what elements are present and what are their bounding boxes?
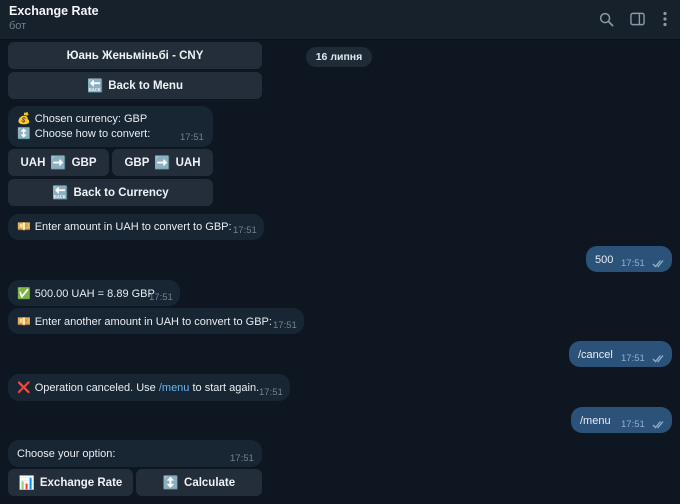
message-time: 17:51 xyxy=(180,132,204,143)
right-arrow-icon: ➡️ xyxy=(50,154,67,170)
message-time: 17:51 xyxy=(621,353,645,364)
sidebar-toggle-icon[interactable] xyxy=(627,9,647,29)
message-text: Choose how to convert: xyxy=(34,128,151,140)
message-time: 17:51 xyxy=(233,225,257,236)
message-chosen-currency[interactable]: 💰 Chosen currency: GBP ↕️ Choose how to co… xyxy=(8,106,213,147)
message-outgoing-cancel[interactable]: /cancel 17:51 xyxy=(569,341,672,367)
message-text: /cancel xyxy=(578,349,613,361)
back-to-currency-button[interactable]: 🔙 Back to Currency xyxy=(8,179,213,206)
message-list[interactable]: Юань Женьміньбі - CNY 🔙 Back to Menu 16 … xyxy=(0,40,680,504)
date-separator: 16 липня xyxy=(306,47,372,67)
up-down-arrows-icon: ↕️ xyxy=(162,474,180,490)
cny-button-label: Юань Женьміньбі - CNY xyxy=(66,49,204,62)
message-time: 17:51 xyxy=(259,387,283,398)
message-text: 500.00 UAH = 8.89 GBP xyxy=(34,288,155,300)
message-text: Enter amount in UAH to convert to GBP: xyxy=(34,221,232,233)
message-time: 17:51 xyxy=(149,292,173,303)
message-text: 500 xyxy=(595,254,614,266)
cny-currency-button[interactable]: Юань Женьміньбі - CNY xyxy=(8,42,262,69)
chat-subtitle: бот xyxy=(9,20,27,32)
message-choose-option[interactable]: Choose your option: 17:51 xyxy=(8,440,262,467)
calculate-button[interactable]: ↕️ Calculate xyxy=(136,469,262,496)
message-time: 17:51 xyxy=(273,320,297,331)
message-text: Choose your option: xyxy=(17,448,116,460)
double-check-icon xyxy=(652,260,664,268)
message-outgoing-500[interactable]: 500 17:51 xyxy=(586,246,672,272)
back-arrow-icon: 🔙 xyxy=(52,184,69,200)
message-operation-canceled[interactable]: ❌ Operation canceled. Use /menu to start … xyxy=(8,374,290,401)
message-enter-amount[interactable]: 💴 Enter amount in UAH to convert to GBP: … xyxy=(8,214,264,240)
message-text: to start again. xyxy=(189,382,260,394)
double-check-icon xyxy=(652,421,664,429)
calculate-label: Calculate xyxy=(184,476,236,489)
message-text: Enter another amount in UAH to convert t… xyxy=(34,316,272,328)
message-conversion-result[interactable]: ✅ 500.00 UAH = 8.89 GBP 17:51 xyxy=(8,280,180,306)
double-check-icon xyxy=(652,355,664,363)
message-outgoing-menu[interactable]: /menu 17:51 xyxy=(571,407,672,433)
money-bag-icon: 💰 xyxy=(17,113,31,125)
bar-chart-icon: 📊 xyxy=(18,474,35,490)
message-text: Chosen currency: GBP xyxy=(34,113,148,125)
to-currency-label: UAH xyxy=(175,156,201,169)
search-icon[interactable] xyxy=(596,9,616,29)
uah-to-gbp-button[interactable]: UAH ➡️ GBP xyxy=(8,149,109,176)
chat-header: Exchange Rate бот xyxy=(0,0,680,40)
message-time: 17:51 xyxy=(621,419,645,430)
banknote-icon: 💴 xyxy=(17,221,31,233)
back-to-menu-label: Back to Menu xyxy=(108,79,183,92)
banknote-icon: 💴 xyxy=(17,316,31,328)
gbp-to-uah-button[interactable]: GBP ➡️ UAH xyxy=(112,149,213,176)
from-currency-label: UAH xyxy=(20,156,46,169)
right-arrow-icon: ➡️ xyxy=(154,154,171,170)
more-vertical-icon[interactable] xyxy=(655,9,675,29)
menu-command-link[interactable]: /menu xyxy=(159,382,190,394)
chat-title[interactable]: Exchange Rate xyxy=(9,4,99,18)
from-currency-label: GBP xyxy=(124,156,150,169)
message-time: 17:51 xyxy=(621,258,645,269)
back-arrow-icon: 🔙 xyxy=(87,77,104,93)
exchange-rate-button[interactable]: 📊 Exchange Rate xyxy=(8,469,133,496)
to-currency-label: GBP xyxy=(71,156,97,169)
message-time: 17:51 xyxy=(230,453,254,464)
up-down-arrows-icon: ↕️ xyxy=(17,128,31,140)
message-text: /menu xyxy=(580,415,611,427)
date-label: 16 липня xyxy=(315,51,363,63)
check-mark-icon: ✅ xyxy=(17,288,31,300)
back-to-menu-button[interactable]: 🔙 Back to Menu xyxy=(8,72,262,99)
exchange-rate-label: Exchange Rate xyxy=(39,476,123,489)
message-enter-another-amount[interactable]: 💴 Enter another amount in UAH to convert … xyxy=(8,308,304,334)
message-text: Operation canceled. Use xyxy=(34,382,159,394)
cross-mark-icon: ❌ xyxy=(17,382,31,394)
back-to-currency-label: Back to Currency xyxy=(73,186,169,199)
